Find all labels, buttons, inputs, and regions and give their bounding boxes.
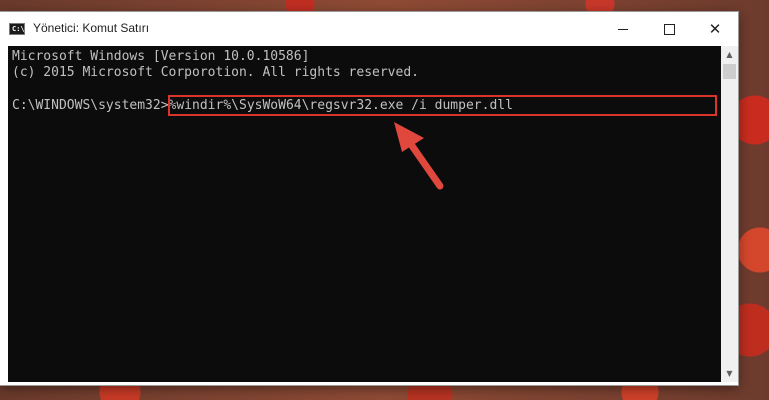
console-copyright-line: (c) 2015 Microsoft Corporotion. All righ… (12, 65, 419, 80)
title-bar[interactable]: C:\ Yönetici: Komut Satırı ✕ (0, 12, 738, 46)
vertical-scrollbar[interactable]: ▲ ▼ (721, 46, 738, 382)
console-app-icon-label: C:\ (12, 25, 25, 33)
console-output[interactable]: Microsoft Windows [Version 10.0.10586] (… (8, 46, 721, 382)
scroll-up-icon[interactable]: ▲ (721, 46, 738, 63)
console-version-line: Microsoft Windows [Version 10.0.10586] (12, 49, 310, 64)
maximize-button[interactable] (646, 12, 692, 46)
scroll-down-icon[interactable]: ▼ (721, 365, 738, 382)
minimize-button[interactable] (600, 12, 646, 46)
command-prompt: C:\WINDOWS\system32> (12, 98, 169, 113)
close-icon: ✕ (708, 20, 722, 38)
command-highlight-box (168, 95, 717, 116)
close-button[interactable]: ✕ (692, 12, 738, 46)
window-title: Yönetici: Komut Satırı (33, 21, 150, 35)
scrollbar-thumb[interactable] (723, 64, 736, 79)
maximize-icon (663, 23, 675, 35)
command-prompt-window: C:\ Yönetici: Komut Satırı ✕ Microsoft W… (0, 12, 738, 385)
annotation-arrow-icon (394, 122, 444, 190)
minimize-icon (618, 28, 628, 30)
console-app-icon[interactable]: C:\ (9, 23, 25, 35)
